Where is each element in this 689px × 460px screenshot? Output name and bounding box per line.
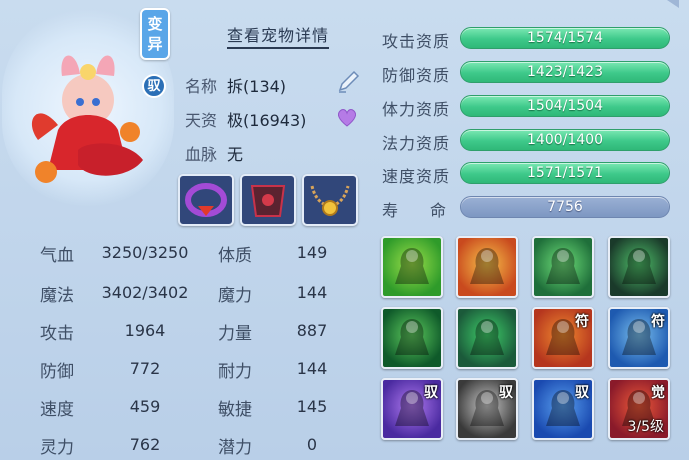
view-pet-details-link[interactable]: 查看宠物详情 [227,22,330,49]
stat-value-right-3: 144 [296,359,328,378]
stat-label-left-4: 速度 [40,400,74,420]
stat-label-right-2: 力量 [218,324,252,344]
skill-tag-9: 驭 [499,385,513,401]
skill-tag-8: 驭 [424,385,438,401]
pet-name-row: 名称 拆(134) [185,73,286,97]
heart-icon[interactable] [336,106,358,128]
lifespan-label: 寿 命 [382,201,447,220]
skill-slot-3[interactable] [608,236,670,298]
aptitude-bar-3: 1400/1400 [460,129,670,151]
stat-label-right-4: 敏捷 [218,400,252,420]
edit-name-icon[interactable] [336,68,362,94]
stat-label-right-3: 耐力 [218,362,252,382]
stat-label-left-3: 防御 [40,362,74,382]
pet-panel: 变异 驭 查看宠物详情 名称 拆(134) 天资 极(16943) 血脉无 寿 … [0,0,689,460]
stat-value-right-5: 0 [306,435,318,454]
skill-slot-1[interactable] [456,236,518,298]
green-figure-icon [546,248,580,284]
stat-value-left-1: 3402/3402 [101,283,189,302]
stat-value-left-3: 772 [129,359,161,378]
armor-icon [250,185,286,217]
stat-label-right-5: 潜力 [218,438,252,458]
skill-tag-11: 觉 [651,385,665,401]
aptitude-label-0: 攻击资质 [382,32,451,51]
stat-label-right-1: 魔力 [218,286,252,306]
stat-label-left-1: 魔法 [40,286,74,306]
aptitude-bar-0: 1574/1574 [460,27,670,49]
aptitude-label-1: 防御资质 [382,66,451,85]
pet-bloodline-label: 血脉 [185,145,218,164]
flaming-sword-icon [395,248,429,284]
stat-value-left-2: 1964 [124,321,166,340]
necklace-icon [310,185,350,216]
pet-bloodline-row: 血脉无 [185,141,243,165]
skill-slot-2[interactable] [532,236,594,298]
pet-talent-label: 天资 [185,111,218,130]
equipment-necklace-slot[interactable] [302,174,358,226]
skill-slot-5[interactable] [456,307,518,369]
skill-tag-6: 符 [575,314,589,330]
equipment-armor-slot[interactable] [240,174,296,226]
stat-label-right-0: 体质 [218,246,252,266]
pet-name-label: 名称 [185,77,218,96]
pet-talent-value: 极(16943) [227,111,307,130]
skill-slot-6[interactable]: 符 [532,307,594,369]
pet-portrait[interactable] [18,40,158,190]
pet-name-value: 拆(134) [227,77,287,96]
stat-value-right-4: 145 [296,397,328,416]
stat-value-right-1: 144 [296,283,328,302]
stat-value-right-0: 149 [296,243,328,262]
stat-value-right-2: 887 [296,321,328,340]
aptitude-label-4: 速度资质 [382,167,451,186]
corner-decoration-icon [667,0,679,8]
skill-tag-10: 驭 [575,385,589,401]
stat-label-left-2: 攻击 [40,324,74,344]
equipment-collar-slot[interactable] [178,174,234,226]
aptitude-label-3: 法力资质 [382,134,451,153]
skill-slot-11[interactable]: 觉 3/5级 [608,378,670,440]
skill-level-11: 3/5级 [627,419,664,435]
skill-tag-7: 符 [651,314,665,330]
aptitude-bar-2: 1504/1504 [460,95,670,117]
muscle-body-icon [470,319,504,355]
pet-bloodline-value: 无 [227,145,244,164]
lifespan-bar: 7756 [460,196,670,218]
skill-slot-0[interactable] [381,236,443,298]
mutated-badge: 变异 [140,8,170,60]
pet-talent-row: 天资 极(16943) [185,107,306,131]
skill-slot-10[interactable]: 驭 [532,378,594,440]
skill-slot-8[interactable]: 驭 [381,378,443,440]
aptitude-bar-1: 1423/1423 [460,61,670,83]
aptitude-bar-4: 1571/1571 [460,162,670,184]
shadow-warrior-icon [622,248,656,284]
green-beast-icon [395,319,429,355]
bound-badge: 驭 [142,74,166,98]
stat-label-left-0: 气血 [40,246,74,266]
sword-slash-icon [470,248,504,284]
stat-value-left-4: 459 [129,397,161,416]
stat-value-left-0: 3250/3250 [101,243,189,262]
aptitude-label-2: 体力资质 [382,100,451,119]
stat-value-left-5: 762 [129,435,161,454]
stat-label-left-5: 灵力 [40,438,74,458]
skill-slot-7[interactable]: 符 [608,307,670,369]
collar-icon [185,183,227,217]
skill-slot-4[interactable] [381,307,443,369]
skill-slot-9[interactable]: 驭 [456,378,518,440]
